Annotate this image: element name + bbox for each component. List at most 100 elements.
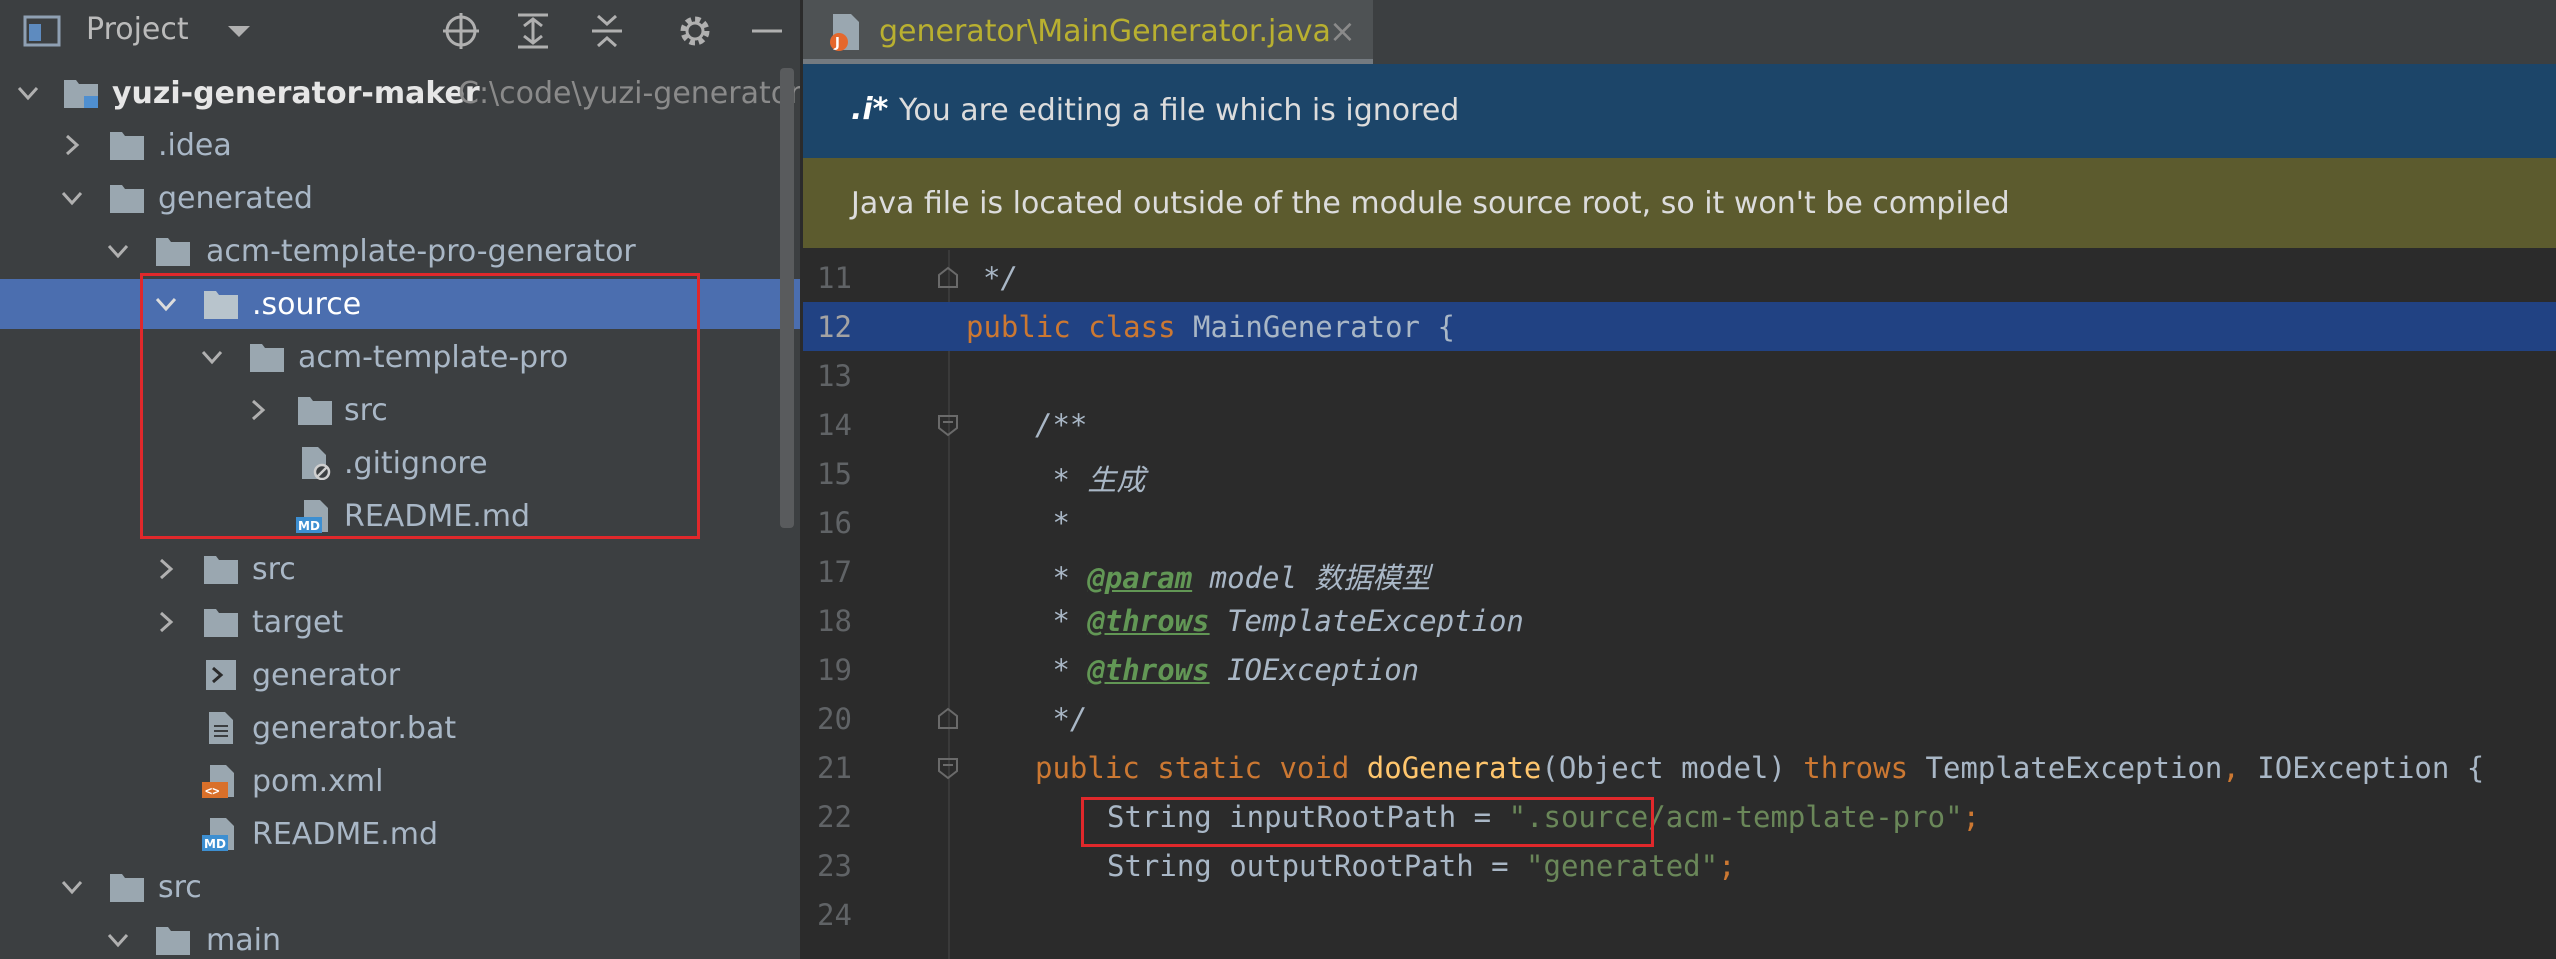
fold-start-icon[interactable]: [935, 755, 961, 781]
tab-label: generator\MainGenerator.java: [879, 14, 1331, 49]
code-comment: * 生成: [1035, 463, 1146, 497]
code-line-20[interactable]: 20 */: [803, 694, 2556, 743]
code-line-21[interactable]: 21 public static void doGenerate(Object …: [803, 743, 2556, 792]
tree-item-label: README.md: [252, 817, 439, 852]
folder-icon: [156, 238, 190, 266]
code-text: public class MainGenerator {: [966, 310, 1455, 344]
line-number: 23: [817, 849, 852, 883]
line-number: 18: [817, 604, 852, 638]
code-line-11[interactable]: 11 */: [803, 253, 2556, 302]
tree-item-readme[interactable]: MD README.md: [0, 809, 800, 859]
code-line-19[interactable]: 19 * @throws IOException: [803, 645, 2556, 694]
tree-item-src[interactable]: src: [0, 862, 800, 912]
line-number: 17: [817, 555, 852, 589]
javadoc-tag: @param: [1087, 561, 1193, 595]
project-panel-title[interactable]: Project: [86, 12, 189, 47]
tree-item-label: src: [158, 870, 202, 905]
tree-item-path: C:\code\yuzi-generator\: [458, 76, 800, 111]
chevron-down-icon[interactable]: [60, 875, 84, 899]
module-folder-icon: [64, 80, 98, 108]
code-line-14[interactable]: 14 /**: [803, 400, 2556, 449]
java-file-icon: J: [830, 14, 859, 51]
chevron-down-icon[interactable]: [16, 81, 40, 105]
code-area[interactable]: 11 */ 12 public class MainGenerator { 13…: [803, 250, 2556, 959]
folder-icon: [110, 874, 144, 902]
code-comment: */: [983, 261, 1018, 295]
tree-item-idea[interactable]: .idea: [0, 120, 800, 170]
project-toolbar: Project: [0, 0, 800, 62]
project-view-icon[interactable]: [22, 10, 64, 52]
chevron-down-icon[interactable]: [106, 928, 130, 952]
line-number: 19: [817, 653, 852, 687]
line-number: 14: [817, 408, 852, 442]
code-text: String outputRootPath = "generated";: [1107, 849, 1736, 883]
line-number: 22: [817, 800, 852, 834]
tree-item-label: pom.xml: [252, 764, 384, 799]
tree-item-label: acm-template-pro-generator: [206, 234, 636, 269]
line-number: 16: [817, 506, 852, 540]
close-icon[interactable]: ×: [1329, 12, 1356, 50]
code-comment: * @throws TemplateException: [1035, 604, 1524, 638]
code-keyword: public: [966, 310, 1071, 344]
chevron-right-icon[interactable]: [60, 133, 84, 157]
tree-item-yuzi-generator-maker[interactable]: yuzi-generator-maker C:\code\yuzi-genera…: [0, 68, 800, 118]
fold-end-icon[interactable]: [935, 265, 961, 291]
tree-item-acm-template-pro-generator[interactable]: acm-template-pro-generator: [0, 226, 800, 276]
code-line-16[interactable]: 16 *: [803, 498, 2556, 547]
line-number: 24: [817, 898, 852, 932]
code-line-15[interactable]: 15 * 生成: [803, 449, 2556, 498]
tree-item-target[interactable]: target: [0, 597, 800, 647]
chevron-right-icon[interactable]: [154, 557, 178, 581]
line-number: 11: [817, 261, 852, 295]
chevron-down-icon[interactable]: [106, 239, 130, 263]
code-line-22[interactable]: 22 String inputRootPath = ".source/acm-t…: [803, 792, 2556, 841]
project-panel: Project yuzi-generator-maker C:\code\yuz…: [0, 0, 800, 959]
tree-item-label: target: [252, 605, 344, 640]
gear-icon[interactable]: [674, 10, 716, 52]
code-keyword: class: [1088, 310, 1176, 344]
ignored-file-banner: .i* You are editing a file which is igno…: [803, 64, 2556, 158]
code-line-12[interactable]: 12 public class MainGenerator {: [803, 302, 2556, 351]
tree-item-src[interactable]: src: [0, 544, 800, 594]
code-line-13[interactable]: 13: [803, 351, 2556, 400]
source-folder-highlight-box: [140, 273, 700, 539]
folder-icon: [110, 132, 144, 160]
tree-item-pom-xml[interactable]: <> pom.xml: [0, 756, 800, 806]
code-comment: * @param model 数据模型: [1035, 561, 1431, 595]
tree-scrollbar[interactable]: [780, 68, 794, 528]
editor: J generator\MainGenerator.java × .i* You…: [803, 0, 2556, 959]
svg-text:MD: MD: [204, 837, 226, 851]
input-root-path-highlight-box: [1081, 797, 1654, 847]
line-number: 13: [817, 359, 852, 393]
code-string: "generated": [1526, 849, 1719, 883]
fold-start-icon[interactable]: [935, 412, 961, 438]
chevron-down-icon[interactable]: [218, 10, 260, 52]
outside-source-root-banner: Java file is located outside of the modu…: [803, 158, 2556, 248]
collapse-all-icon[interactable]: [586, 10, 628, 52]
chevron-down-icon[interactable]: [60, 186, 84, 210]
chevron-right-icon[interactable]: [154, 610, 178, 634]
locate-icon[interactable]: [440, 10, 482, 52]
folder-icon: [204, 609, 238, 637]
expand-all-icon[interactable]: [512, 10, 554, 52]
minimize-icon[interactable]: [746, 10, 788, 52]
code-line-23[interactable]: 23 String outputRootPath = "generated";: [803, 841, 2556, 890]
line-number: 15: [817, 457, 852, 491]
code-comment: /**: [1035, 408, 1088, 442]
code-line-24[interactable]: 24: [803, 890, 2556, 939]
tab-main-generator[interactable]: J generator\MainGenerator.java ×: [803, 0, 1373, 64]
svg-text:<>: <>: [205, 784, 219, 798]
tree-item-generator-bat[interactable]: generator.bat: [0, 703, 800, 753]
tree-item-label: src: [252, 552, 296, 587]
tree-item-generator[interactable]: generator: [0, 650, 800, 700]
fold-end-icon[interactable]: [935, 706, 961, 732]
ignore-file-icon: .i*: [851, 92, 889, 127]
folder-icon: [204, 556, 238, 584]
markdown-file-icon: MD: [202, 818, 234, 851]
code-line-18[interactable]: 18 * @throws TemplateException: [803, 596, 2556, 645]
code-line-17[interactable]: 17 * @param model 数据模型: [803, 547, 2556, 596]
tree-item-main[interactable]: main: [0, 915, 800, 959]
tree-item-label: generator.bat: [252, 711, 457, 746]
tree-item-generated[interactable]: generated: [0, 173, 800, 223]
tree-item-label: .idea: [158, 128, 232, 163]
